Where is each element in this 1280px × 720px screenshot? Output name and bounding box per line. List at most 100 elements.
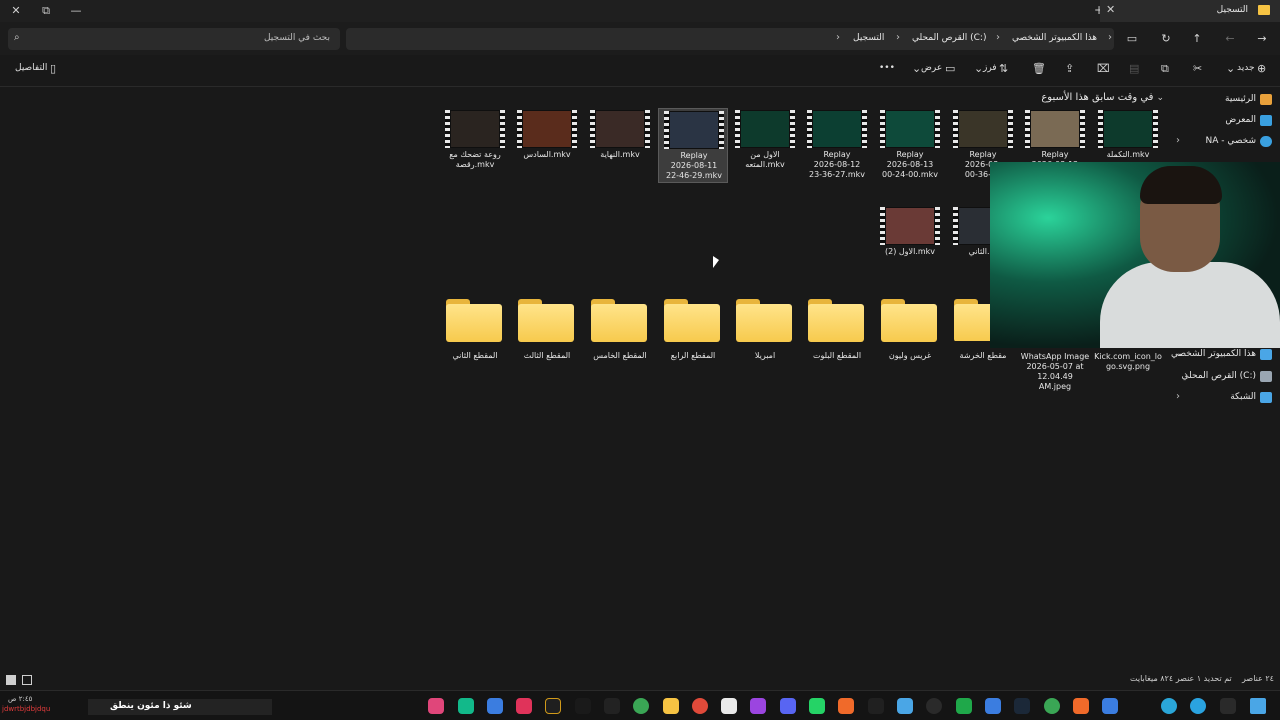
outlook-icon[interactable]: [1102, 698, 1118, 714]
folder-name: المقطع الخامس: [593, 351, 647, 360]
app-icon[interactable]: [985, 698, 1001, 714]
folder-item[interactable]: غريس وليون: [875, 295, 945, 365]
taskbar: ٢:٤٥ ص jdwrtbjdbjdqu شئو ذا مئون ينطق: [0, 690, 1280, 720]
group-header[interactable]: في وقت سابق هذا الأسبوع ⌄: [1041, 92, 1164, 103]
app-icon[interactable]: [897, 698, 913, 714]
details-pane-icon[interactable]: ▯: [50, 62, 56, 75]
app-icon[interactable]: [750, 698, 766, 714]
back-icon[interactable]: →: [1253, 30, 1271, 48]
app-icon[interactable]: [545, 698, 561, 714]
chevron-left-icon: ›: [896, 32, 900, 43]
status-count: ٢٤ عناصر: [1242, 674, 1274, 683]
cut-icon[interactable]: ✂: [1193, 62, 1202, 75]
brave-icon[interactable]: [1073, 698, 1089, 714]
share-icon[interactable]: ⇪: [1065, 62, 1074, 75]
discord-icon[interactable]: [780, 698, 796, 714]
chevron-right-icon[interactable]: ›: [1176, 135, 1180, 146]
details-view-icon[interactable]: [6, 675, 16, 685]
rename-icon[interactable]: ⌧: [1097, 62, 1110, 75]
app-icon[interactable]: [868, 698, 884, 714]
file-name: النهاية.mkv: [600, 150, 640, 159]
group-title: في وقت سابق هذا الأسبوع: [1041, 92, 1154, 103]
close-window-button[interactable]: ✕: [8, 3, 24, 19]
computer-icon[interactable]: ▭: [1123, 30, 1141, 48]
edge-icon[interactable]: [1161, 698, 1177, 714]
app-icon[interactable]: [1220, 698, 1236, 714]
video-thumbnail: [1098, 110, 1158, 148]
file-item[interactable]: الثاني.m: [948, 205, 990, 281]
sidebar-item-gallery[interactable]: المعرض: [1172, 111, 1280, 131]
video-thumbnail: [953, 207, 990, 245]
file-item[interactable]: السادس.mkv: [512, 108, 582, 184]
file-explorer-icon[interactable]: [663, 698, 679, 714]
breadcrumb[interactable]: › التسجيل › القرص المحلي (C:) › هذا الكم…: [346, 28, 1114, 50]
sidebar-item-label: الرئيسية: [1225, 94, 1256, 104]
file-item[interactable]: الاول من المتعه.mkv: [730, 108, 800, 184]
tiktok-icon[interactable]: [575, 698, 591, 714]
folder-item[interactable]: المقطع الثاني: [440, 295, 510, 365]
more-options-button[interactable]: •••: [879, 63, 895, 73]
file-item[interactable]: النهاية.mkv: [585, 108, 655, 184]
breadcrumb-item-recording[interactable]: التسجيل: [853, 33, 884, 43]
chevron-down-icon: ⌄: [1226, 62, 1236, 75]
chrome-icon[interactable]: [633, 698, 649, 714]
file-item[interactable]: Replay 2026-08-13 00-24-00.mkv: [875, 108, 945, 184]
breadcrumb-item-local-disk[interactable]: القرص المحلي (C:): [912, 33, 986, 43]
refresh-icon[interactable]: ↻: [1157, 30, 1175, 48]
breadcrumb-item-this-pc[interactable]: هذا الكمبيوتر الشخصي: [1012, 33, 1097, 43]
app-icon[interactable]: [428, 698, 444, 714]
sidebar-item-network[interactable]: › الشبكة: [1172, 388, 1280, 408]
folder-item[interactable]: المقطع الخامس: [585, 295, 655, 365]
folder-item[interactable]: المقطع البلوت: [802, 295, 872, 365]
sidebar-item-this-pc[interactable]: ⌄ هذا الكمبيوتر الشخصي: [1171, 345, 1280, 365]
file-item[interactable]: روعة تضحك مع رقصة.mkv: [440, 108, 510, 184]
search-input[interactable]: ⌕ بحث في التسجيل: [8, 28, 340, 50]
folder-item[interactable]: المقطع الثالث: [512, 295, 582, 365]
new-button[interactable]: جديد: [1237, 63, 1255, 73]
chevron-right-icon[interactable]: ›: [1176, 391, 1180, 402]
xbox-icon[interactable]: [956, 698, 972, 714]
sidebar-item-local-disk[interactable]: › القرص المحلي (C:): [1172, 367, 1280, 387]
steam-icon[interactable]: [1014, 698, 1030, 714]
file-item[interactable]: Replay 2026-08-12 23-36-27.mkv: [802, 108, 872, 184]
minimize-window-button[interactable]: —: [68, 3, 84, 19]
view-button[interactable]: عرض: [921, 63, 942, 73]
video-thumbnail: [953, 110, 1013, 148]
sidebar-item-onedrive[interactable]: › NA - شخصي: [1172, 132, 1280, 152]
tiktok-icon[interactable]: [516, 698, 532, 714]
telegram-icon[interactable]: [1190, 698, 1206, 714]
video-thumbnail: [807, 110, 867, 148]
view-icon: ▭: [945, 62, 956, 75]
app-icon[interactable]: [458, 698, 474, 714]
tab-recording[interactable]: ✕ التسجيل: [1100, 0, 1280, 22]
forward-icon[interactable]: ←: [1221, 30, 1239, 48]
file-item-selected[interactable]: Replay 2026-08-11 22-46-29.mkv: [658, 108, 728, 183]
sort-button[interactable]: فرز: [983, 63, 997, 73]
app-icon[interactable]: [487, 698, 503, 714]
windows-start-icon[interactable]: [1250, 698, 1266, 714]
whatsapp-icon[interactable]: [809, 698, 825, 714]
folder-icon: [881, 299, 937, 342]
capcut-icon[interactable]: [721, 698, 737, 714]
delete-icon[interactable]: 🗑: [1032, 62, 1046, 75]
large-icons-view-icon[interactable]: [22, 675, 32, 685]
app-icon[interactable]: [926, 698, 942, 714]
folder-item[interactable]: امبريلا: [730, 295, 800, 365]
folder-name: المقطع الثالث: [523, 351, 571, 360]
home-icon: [1260, 94, 1272, 105]
app-icon[interactable]: [838, 698, 854, 714]
file-item[interactable]: الاول (2).mkv: [875, 205, 945, 281]
up-arrow-icon[interactable]: ↑: [1188, 30, 1206, 48]
folder-name: المقطع الرابع: [670, 351, 716, 360]
paste-icon[interactable]: ▤: [1129, 62, 1139, 75]
app-icon[interactable]: [604, 698, 620, 714]
folder-item[interactable]: المقطع الرابع: [658, 295, 728, 365]
details-button[interactable]: التفاصيل: [15, 63, 47, 73]
restore-window-button[interactable]: ⧉: [38, 3, 54, 19]
copy-icon[interactable]: ⧉: [1161, 62, 1169, 76]
chrome-icon[interactable]: [692, 698, 708, 714]
clock: ٢:٤٥ ص: [8, 695, 33, 703]
sidebar-item-home[interactable]: الرئيسية: [1172, 90, 1280, 110]
tab-close-icon[interactable]: ✕: [1106, 3, 1115, 16]
chrome-icon[interactable]: [1044, 698, 1060, 714]
